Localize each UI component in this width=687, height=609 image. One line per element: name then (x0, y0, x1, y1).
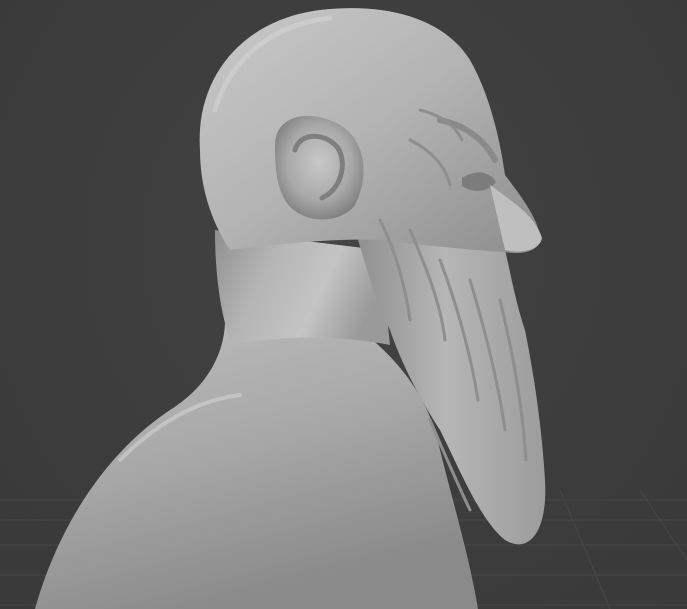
viewport-canvas[interactable] (0, 0, 687, 609)
head-mesh[interactable] (199, 8, 540, 254)
3d-viewport[interactable] (0, 0, 687, 609)
